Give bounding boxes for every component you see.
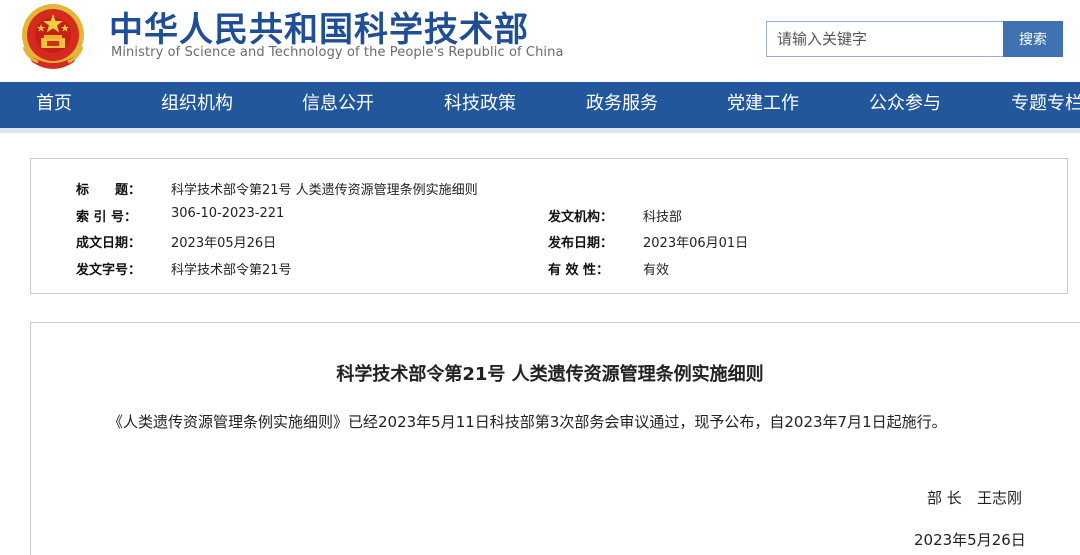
meta-title-value: 科学技术部令第21号 人类遗传资源管理条例实施细则 (171, 183, 478, 198)
nav-divider (0, 128, 1080, 133)
meta-index-value: 306-10-2023-221 (171, 206, 285, 221)
national-emblem-icon[interactable] (14, 2, 92, 72)
meta-title-label: 标 题： (76, 183, 142, 198)
nav-item-policy[interactable]: 科技政策 (444, 82, 516, 128)
main-nav: 首页 组织机构 信息公开 科技政策 政务服务 党建工作 公众参与 专题专栏 (0, 82, 1080, 128)
nav-item-special-topics[interactable]: 专题专栏 (1011, 82, 1080, 128)
site-title: 中华人民共和国科学技术部 (109, 10, 529, 50)
meta-validity-label: 有 效 性： (548, 263, 610, 278)
meta-docno-label: 发文字号： (76, 263, 142, 278)
meta-issuer-label: 发文机构： (548, 210, 614, 225)
signature-name: 王志刚 (977, 489, 1023, 507)
signature-role: 部 长 (927, 489, 962, 507)
meta-index-label: 索 引 号： (76, 210, 138, 225)
nav-item-public-participation[interactable]: 公众参与 (869, 82, 941, 128)
signature-date: 2023年5月26日 (914, 531, 1026, 549)
document-content-box (30, 322, 1080, 555)
site-header: 中华人民共和国科学技术部 Ministry of Science and Tec… (0, 0, 1080, 82)
nav-item-party-building[interactable]: 党建工作 (727, 82, 799, 128)
nav-item-info-disclosure[interactable]: 信息公开 (302, 82, 374, 128)
search-input[interactable] (766, 21, 1004, 57)
meta-published-value: 2023年06月01日 (643, 236, 749, 251)
meta-issuer-value: 科技部 (643, 210, 683, 225)
document-body: 《人类遗传资源管理条例实施细则》已经2023年5月11日科技部第3次部务会审议通… (108, 413, 947, 431)
meta-docno-value: 科学技术部令第21号 (171, 263, 292, 278)
nav-item-services[interactable]: 政务服务 (586, 82, 658, 128)
meta-created-value: 2023年05月26日 (171, 236, 277, 251)
meta-created-label: 成文日期： (76, 236, 142, 251)
nav-item-home[interactable]: 首页 (36, 82, 72, 128)
nav-item-organization[interactable]: 组织机构 (161, 82, 233, 128)
meta-published-label: 发布日期： (548, 236, 614, 251)
site-subtitle: Ministry of Science and Technology of th… (111, 45, 564, 60)
document-title: 科学技术部令第21号 人类遗传资源管理条例实施细则 (336, 364, 764, 385)
search-button[interactable]: 搜索 (1003, 21, 1063, 57)
meta-validity-value: 有效 (643, 263, 670, 278)
